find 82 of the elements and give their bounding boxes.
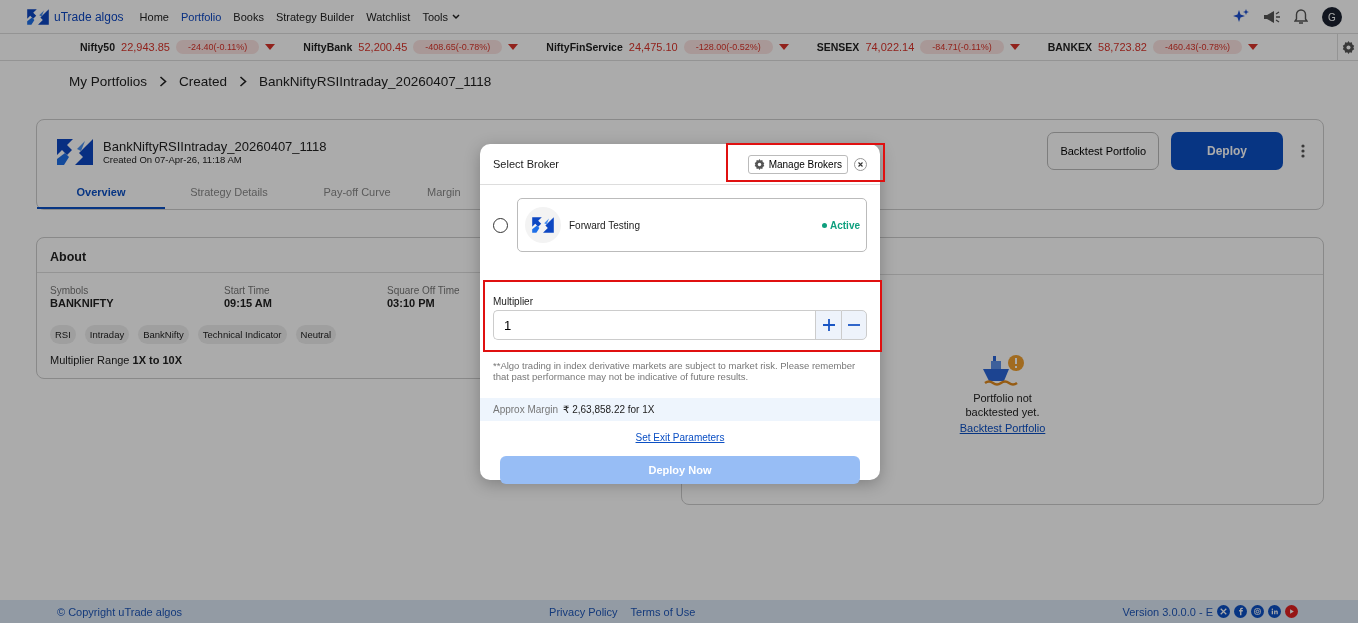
logo-icon (55, 137, 95, 167)
instagram-icon[interactable] (1251, 605, 1264, 618)
index-price: 74,022.14 (865, 41, 915, 53)
tag: RSI (50, 325, 76, 344)
field-label: Symbols (50, 285, 89, 296)
status-label: Active (830, 219, 860, 231)
footer-link[interactable]: Privacy Policy (549, 605, 618, 618)
x-social-icon[interactable] (1217, 605, 1230, 618)
portfolio-title: BankNiftyRSIIntraday_20260407_1118 (103, 139, 327, 154)
tag: Neutral (295, 325, 337, 344)
index-price: 22,943.85 (121, 41, 170, 53)
chevron-right-icon (239, 75, 248, 87)
ship-warning-icon (980, 353, 1025, 387)
broker-card[interactable]: Forward Testing Active (517, 198, 867, 252)
empty-message: Portfolio not backtested yet. (964, 391, 1041, 419)
change-pill: -24.40(-0.11%) (175, 40, 260, 54)
linkedin-icon[interactable] (1268, 605, 1281, 618)
multiplier-range: Multiplier Range 1X to 10X (50, 354, 183, 366)
field-label: Start Time (224, 285, 270, 296)
chevron-down-icon (452, 14, 461, 20)
version-text: Version 3.0.0.0 - E (1122, 605, 1213, 618)
nav-link[interactable]: Home (139, 11, 169, 23)
bell-icon[interactable] (1294, 9, 1308, 25)
megaphone-icon[interactable] (1263, 10, 1280, 24)
more-icon[interactable] (1301, 144, 1305, 158)
margin-label: Approx Margin (493, 404, 559, 415)
breadcrumb-item[interactable]: My Portfolios (69, 73, 148, 89)
change-pill: -460.43(-0.78%) (1152, 40, 1242, 54)
logo-icon (531, 216, 555, 234)
change-pill: -408.65(-0.78%) (413, 40, 503, 54)
decrement-button[interactable] (841, 310, 867, 340)
field-value: 03:10 PM (387, 297, 435, 309)
field-label: Square Off Time (387, 285, 460, 296)
user-avatar[interactable]: G (1322, 7, 1342, 27)
index-name: Nifty50 (80, 41, 115, 53)
dialog-title: Select Broker (493, 158, 560, 170)
facebook-icon[interactable] (1234, 605, 1247, 618)
tab[interactable]: Overview (37, 176, 165, 209)
disclaimer-text: **Algo trading in index derivative markets are subject to market risk. Please remember that past performance may not be indicative of future results. (492, 359, 857, 382)
index-name: NiftyBank (303, 41, 353, 53)
field-value: 09:15 AM (224, 297, 272, 309)
multiplier-input[interactable]: 1 (493, 310, 815, 340)
change-pill: -128.00(-0.52%) (683, 40, 773, 54)
tag: BankNifty (138, 325, 189, 344)
index-name: BANKEX (1047, 41, 1093, 53)
nav-link[interactable]: Books (233, 11, 264, 23)
chevron-right-icon (159, 75, 168, 87)
index-price: 52,200.45 (358, 41, 408, 53)
footer-link[interactable]: Terms of Use (630, 605, 696, 618)
backtest-button[interactable]: Backtest Portfolio (1047, 132, 1159, 170)
change-pill: -84.71(-0.11%) (920, 40, 1004, 54)
exit-parameters-link[interactable]: Set Exit Parameters (635, 432, 725, 443)
youtube-icon[interactable] (1285, 605, 1298, 618)
nav-link[interactable]: Portfolio (180, 11, 222, 23)
settings-icon[interactable] (1341, 40, 1355, 54)
index-price: 58,723.82 (1098, 41, 1147, 53)
deploy-button[interactable]: Deploy (1171, 132, 1283, 170)
margin-value: ₹ 2,63,858.22 for 1X (563, 404, 655, 415)
manage-brokers-button[interactable]: Manage Brokers (747, 154, 848, 174)
nav-dropdown[interactable]: Tools (422, 11, 461, 23)
brand-name: uTrade algos (54, 10, 124, 24)
index-name: SENSEX (816, 41, 860, 53)
close-icon[interactable] (854, 157, 867, 171)
field-value: BANKNIFTY (50, 297, 114, 309)
field-label: Multiplier (493, 296, 534, 307)
plus-icon (822, 319, 835, 331)
index-price: 24,475.10 (628, 41, 678, 53)
breadcrumb-item: BankNiftyRSIIntraday_20260407_1118 (259, 73, 492, 89)
nav-link[interactable]: Watchlist (366, 11, 411, 23)
broker-name: Forward Testing (569, 219, 640, 231)
backtest-link[interactable]: Backtest Portfolio (959, 422, 1046, 434)
tag: Technical Indicator (197, 325, 287, 344)
tag: Intraday (84, 325, 130, 344)
nav-link[interactable]: Strategy Builder (275, 11, 355, 23)
settings-icon (753, 158, 765, 170)
increment-button[interactable] (815, 310, 841, 340)
logo-icon (26, 8, 50, 26)
index-name: NiftyFinService (546, 41, 623, 53)
status-dot (822, 222, 827, 228)
created-date: Created On 07-Apr-26, 11:18 AM (103, 154, 243, 165)
copyright-text: © Copyright uTrade algos (57, 605, 183, 618)
breadcrumb-item[interactable]: Created (179, 73, 228, 89)
